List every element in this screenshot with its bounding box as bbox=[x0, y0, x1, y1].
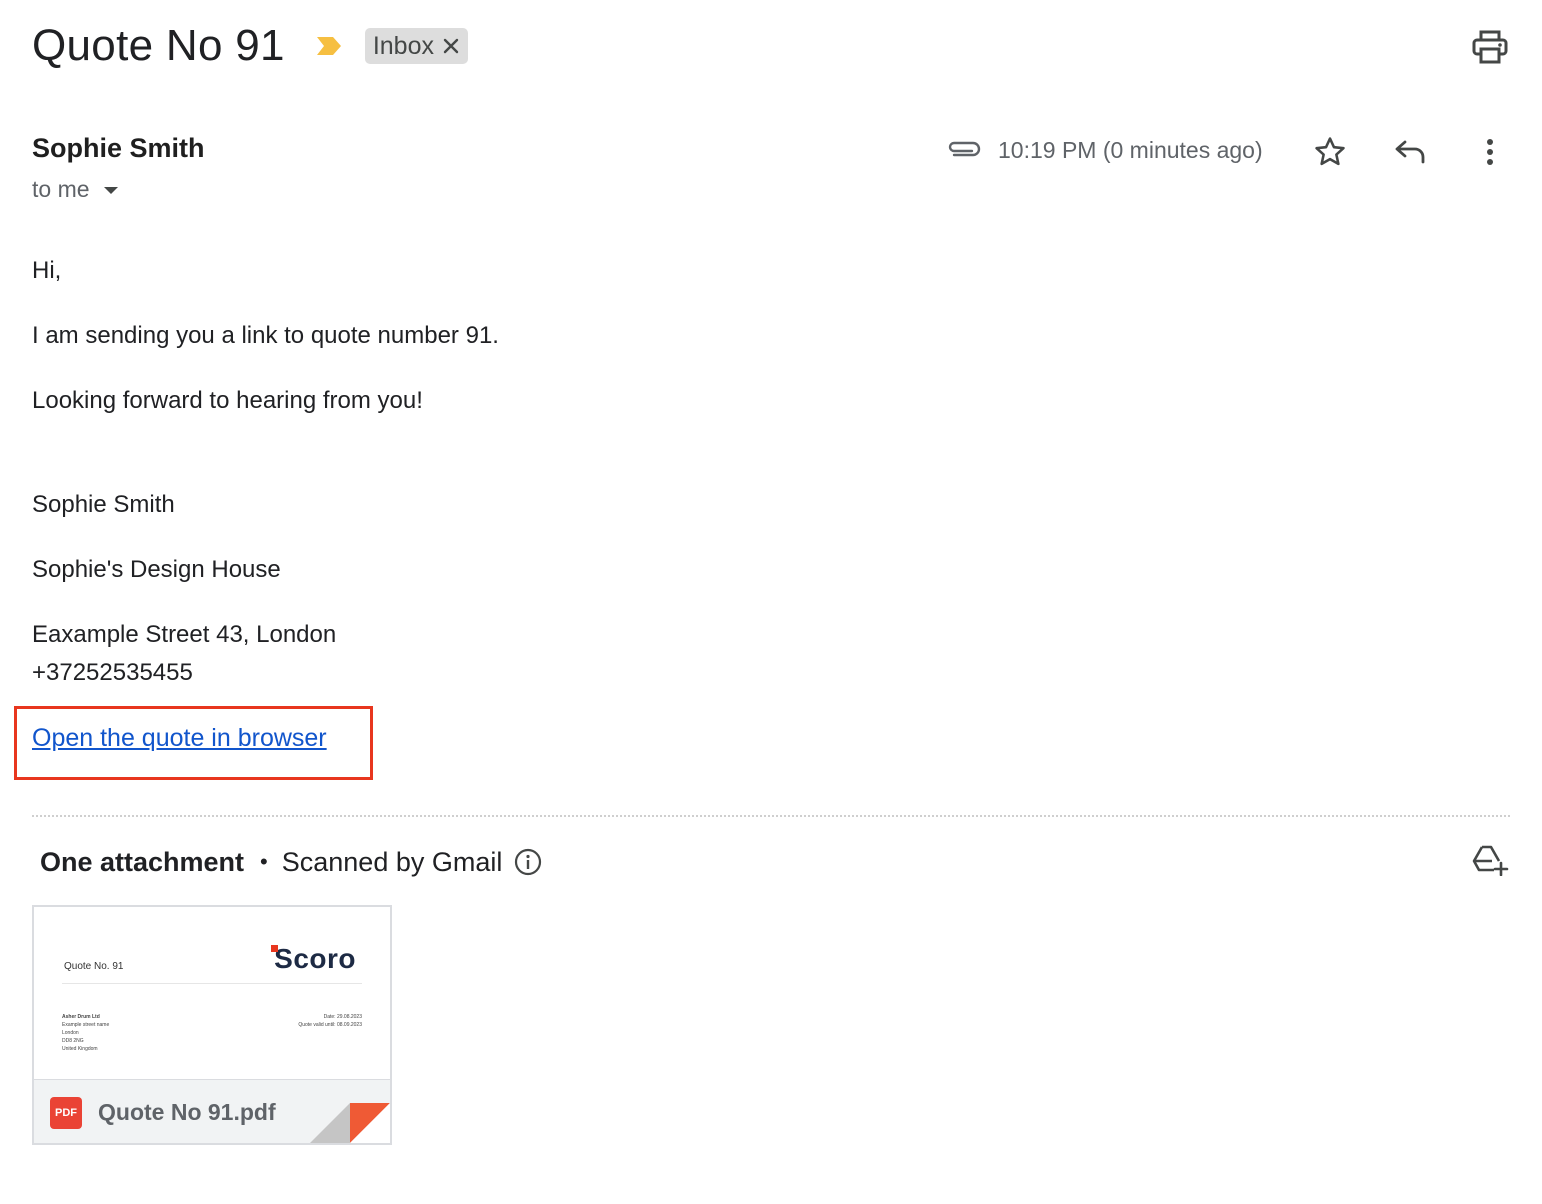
signature-company: Sophie's Design House bbox=[32, 556, 281, 583]
recipient-details-toggle[interactable]: to me bbox=[32, 176, 120, 203]
reply-icon bbox=[1395, 140, 1425, 164]
body-greeting: Hi, bbox=[32, 257, 62, 284]
label-chip-inbox: Inbox bbox=[364, 28, 468, 64]
more-options-button[interactable] bbox=[1470, 132, 1510, 172]
preview-client-line: London bbox=[62, 1030, 79, 1036]
attachment-preview: Quote No. 91 Scoro Asher Drum Ltd Exampl… bbox=[34, 907, 390, 1079]
preview-client-line: United Kingdom bbox=[62, 1046, 98, 1052]
attachments-title: One attachment bbox=[40, 846, 245, 877]
preview-meta-line: Quote valid until: 08.09.2023 bbox=[298, 1022, 362, 1028]
add-to-drive-button[interactable] bbox=[1470, 840, 1512, 880]
scoro-logo: Scoro bbox=[274, 943, 356, 975]
attachments-header: One attachment • Scanned by Gmail bbox=[40, 844, 542, 880]
reply-button[interactable] bbox=[1390, 132, 1430, 172]
preview-client-line: DD8 2NG bbox=[62, 1038, 84, 1044]
pdf-file-icon: PDF bbox=[50, 1096, 82, 1129]
preview-rule bbox=[62, 983, 362, 984]
info-icon[interactable] bbox=[514, 848, 542, 876]
preview-client-line: Example street name bbox=[62, 1022, 110, 1028]
subject-row: Quote No 91 Inbox bbox=[32, 18, 468, 74]
star-button[interactable] bbox=[1310, 132, 1350, 172]
label-chip-text: Inbox bbox=[372, 31, 434, 60]
recipient-label: to me bbox=[32, 176, 90, 202]
message-timestamp: 10:19 PM (0 minutes ago) bbox=[998, 136, 1263, 163]
preview-client-line: Asher Drum Ltd bbox=[62, 1014, 100, 1020]
print-button[interactable] bbox=[1468, 26, 1512, 68]
preview-meta-line: Date: 29.08.2023 bbox=[323, 1014, 362, 1020]
signature-name: Sophie Smith bbox=[32, 491, 175, 518]
preview-heading: Quote No. 91 bbox=[64, 961, 124, 972]
signature-phone: +37252535455 bbox=[32, 659, 193, 686]
remove-label-icon[interactable] bbox=[442, 37, 460, 55]
preview-meta-block: Date: 29.08.2023 Quote valid until: 08.0… bbox=[298, 1013, 362, 1029]
open-quote-link[interactable]: Open the quote in browser bbox=[32, 724, 327, 753]
body-line: Looking forward to hearing from you! bbox=[32, 387, 423, 414]
attachments-divider bbox=[32, 815, 1510, 817]
email-subject: Quote No 91 bbox=[32, 21, 285, 70]
more-vert-icon bbox=[1487, 139, 1493, 165]
message-meta: 10:19 PM (0 minutes ago) bbox=[946, 132, 1263, 168]
scanned-label: Scanned by Gmail bbox=[281, 846, 503, 877]
body-line: I am sending you a link to quote number … bbox=[32, 322, 499, 349]
star-icon bbox=[1315, 137, 1345, 166]
print-icon bbox=[1472, 30, 1508, 64]
importance-marker-icon[interactable] bbox=[315, 35, 343, 57]
page-fold-icon bbox=[310, 1103, 390, 1143]
logo-text: Scoro bbox=[274, 943, 356, 974]
separator-dot: • bbox=[260, 849, 268, 874]
signature-address: Eaxample Street 43, London bbox=[32, 621, 337, 648]
attachment-filename: Quote No 91.pdf bbox=[98, 1099, 276, 1125]
sender-name[interactable]: Sophie Smith bbox=[32, 133, 205, 164]
add-to-drive-icon bbox=[1472, 845, 1509, 876]
preview-client-block: Asher Drum Ltd Example street name Londo… bbox=[62, 1013, 109, 1053]
chevron-down-icon bbox=[102, 184, 120, 196]
paperclip-icon bbox=[946, 138, 982, 162]
attachment-card[interactable]: Quote No. 91 Scoro Asher Drum Ltd Exampl… bbox=[32, 905, 392, 1145]
